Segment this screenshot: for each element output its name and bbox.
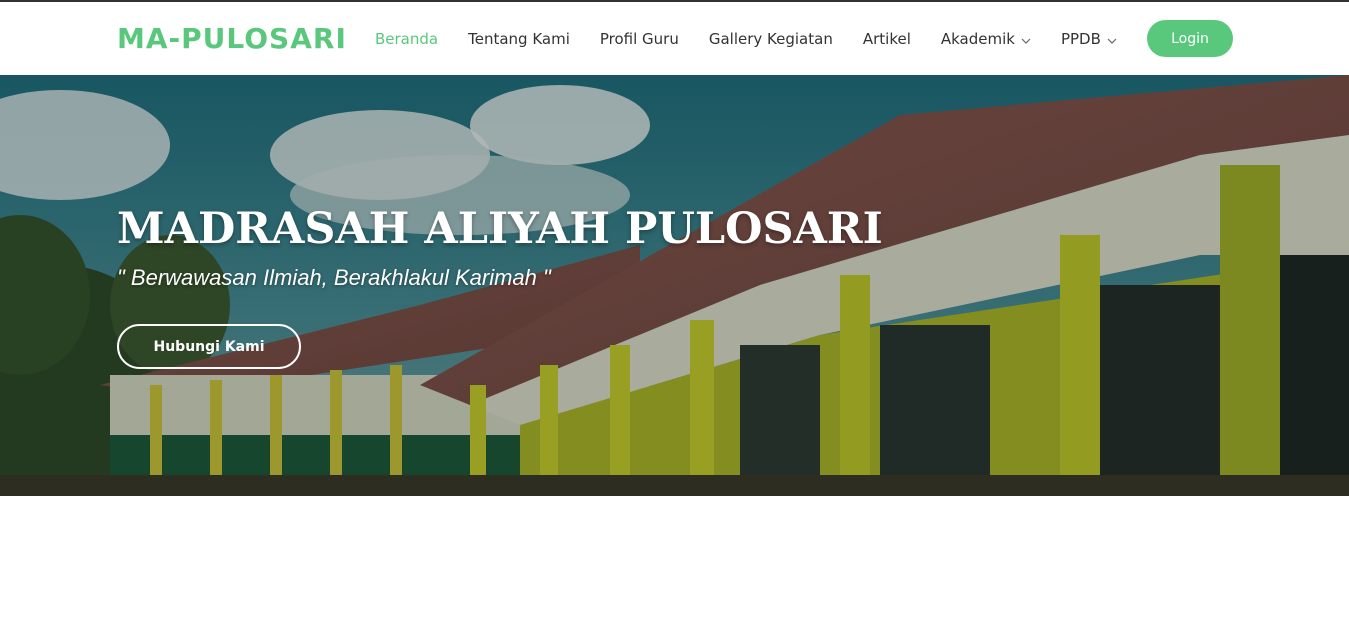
nav-item-gallery-kegiatan[interactable]: Gallery Kegiatan bbox=[709, 30, 833, 48]
nav-item-profil-guru[interactable]: Profil Guru bbox=[600, 30, 679, 48]
nav-item-label: Tentang Kami bbox=[468, 29, 570, 48]
nav-item-label: PPDB bbox=[1060, 29, 1101, 48]
nav-item-tentang-kami[interactable]: Tentang Kami bbox=[468, 30, 570, 48]
site-logo[interactable]: MA-PULOSARI bbox=[117, 22, 347, 55]
nav-item-label: Artikel bbox=[862, 29, 911, 48]
chevron-down-icon bbox=[1021, 30, 1031, 48]
nav-item-ppdb[interactable]: PPDB bbox=[1061, 30, 1117, 48]
nav-item-label: Profil Guru bbox=[599, 29, 679, 48]
nav-item-artikel[interactable]: Artikel bbox=[863, 30, 911, 48]
hero-tagline: " Berwawasan Ilmiah, Berakhlakul Karimah… bbox=[117, 265, 551, 290]
nav-item-label: Beranda bbox=[375, 29, 439, 48]
nav-item-beranda[interactable]: Beranda bbox=[375, 30, 438, 48]
navbar: MA-PULOSARI Beranda Tentang Kami Profil … bbox=[0, 2, 1349, 75]
hero-banner: MADRASAH ALIYAH PULOSARI " Berwawasan Il… bbox=[0, 75, 1349, 496]
hero-title: MADRASAH ALIYAH PULOSARI bbox=[117, 204, 883, 254]
contact-us-button[interactable]: Hubungi Kami bbox=[117, 324, 301, 369]
nav-item-label: Akademik bbox=[940, 29, 1015, 48]
chevron-down-icon bbox=[1107, 30, 1117, 48]
main-nav: Beranda Tentang Kami Profil Guru Gallery… bbox=[375, 2, 1147, 75]
nav-item-akademik[interactable]: Akademik bbox=[941, 30, 1031, 48]
nav-item-label: Gallery Kegiatan bbox=[708, 29, 833, 48]
login-button[interactable]: Login bbox=[1147, 20, 1233, 57]
